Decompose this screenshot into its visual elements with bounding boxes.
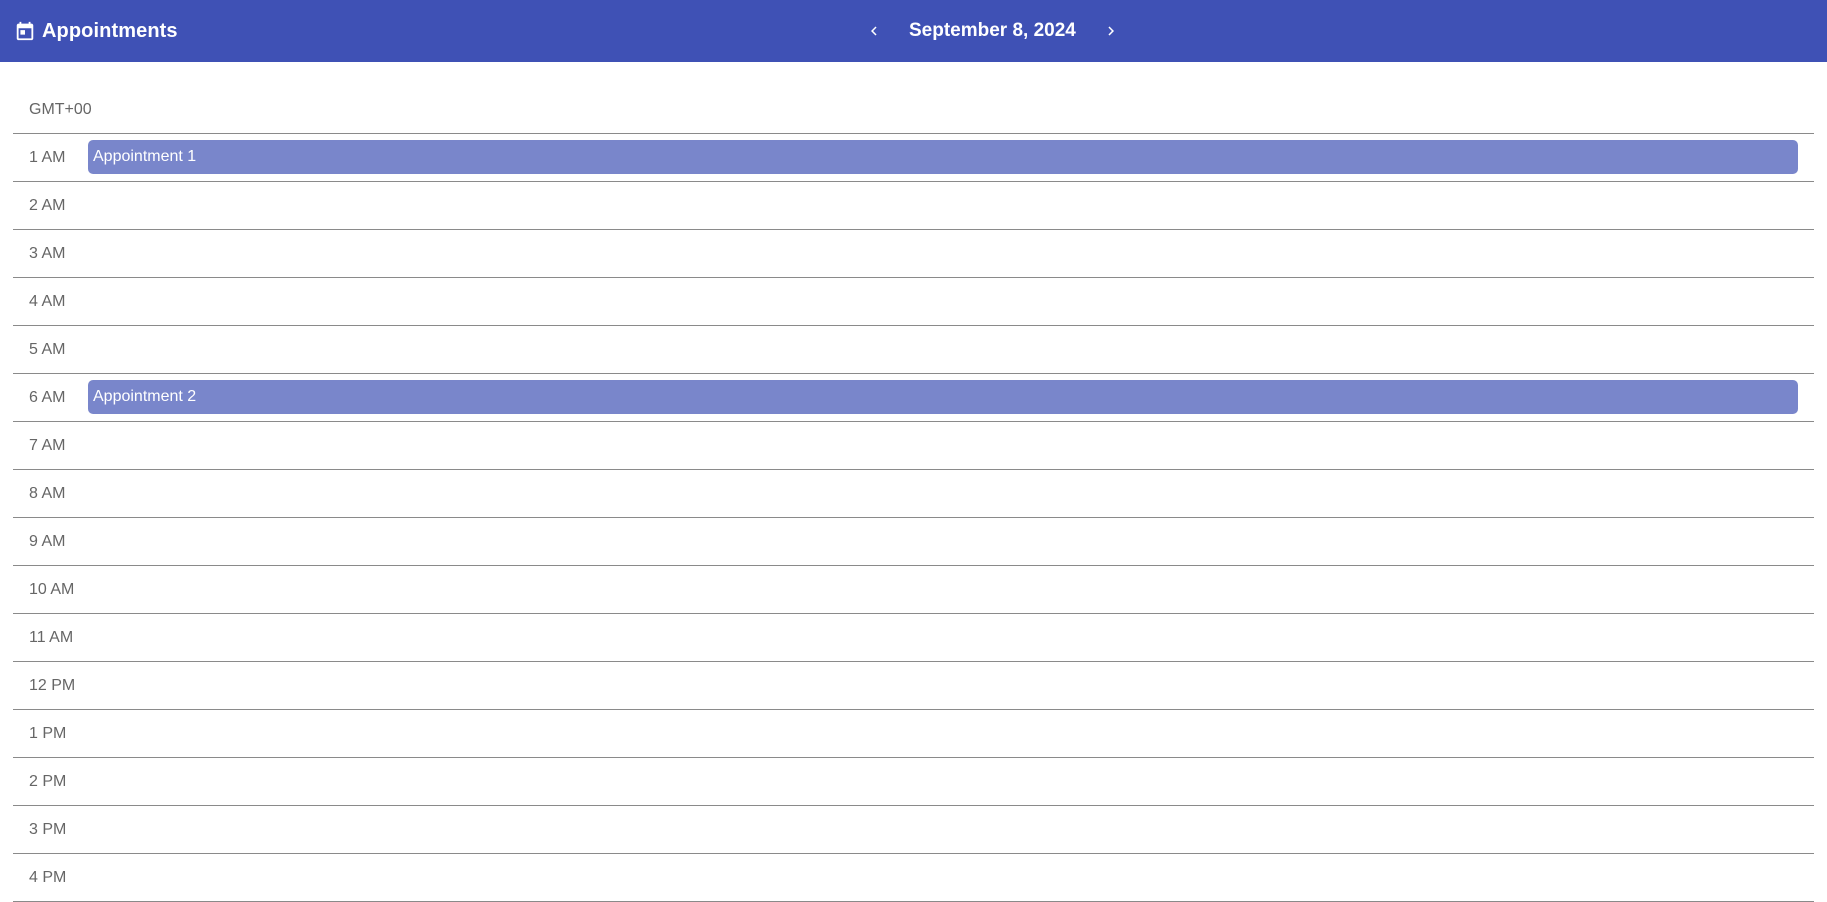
hour-row[interactable]: 4 PM [13, 854, 1814, 902]
hour-row[interactable]: 2 AM [13, 182, 1814, 230]
app-brand: Appointments [14, 0, 178, 62]
appointment-block[interactable]: Appointment 2 [88, 380, 1798, 414]
hour-row[interactable]: 4 AM [13, 278, 1814, 326]
hour-row[interactable]: 8 AM [13, 470, 1814, 518]
hour-label: 8 AM [29, 485, 66, 502]
hour-label: 1 PM [29, 725, 67, 742]
hour-row[interactable]: 1 PM [13, 710, 1814, 758]
hour-label: 12 PM [29, 677, 76, 694]
hour-label: 11 AM [29, 629, 74, 646]
hour-label: 1 AM [29, 149, 66, 166]
hour-row[interactable]: 7 AM [13, 422, 1814, 470]
hour-label: 2 AM [29, 197, 66, 214]
timezone-label: GMT+00 [29, 101, 92, 118]
chevron-left-icon [865, 22, 883, 40]
hour-row[interactable]: 2 PM [13, 758, 1814, 806]
hour-row[interactable]: 10 AM [13, 566, 1814, 614]
hour-row[interactable]: 12 PM [13, 662, 1814, 710]
timezone-row: GMT+00 [13, 62, 1814, 134]
appointment-block[interactable]: Appointment 1 [88, 140, 1798, 174]
hour-label: 6 AM [29, 389, 66, 406]
hour-label: 5 AM [29, 341, 66, 358]
app-toolbar: Appointments September 8, 2024 [0, 0, 1827, 62]
hour-label: 10 AM [29, 581, 75, 598]
hour-row[interactable]: 9 AM [13, 518, 1814, 566]
hour-label: 4 PM [29, 869, 67, 886]
current-date: September 8, 2024 [909, 20, 1076, 41]
hour-row[interactable]: 11 AM [13, 614, 1814, 662]
hour-label: 4 AM [29, 293, 66, 310]
hour-label: 7 AM [29, 437, 66, 454]
previous-day-button[interactable] [858, 15, 890, 47]
date-navigation: September 8, 2024 [858, 0, 1127, 62]
hour-row[interactable]: 6 AM Appointment 2 [13, 374, 1814, 422]
hour-label: 3 PM [29, 821, 67, 838]
hour-row[interactable]: 5 AM [13, 326, 1814, 374]
calendar-icon [14, 20, 36, 42]
hour-label: 9 AM [29, 533, 66, 550]
chevron-right-icon [1102, 22, 1120, 40]
next-day-button[interactable] [1095, 15, 1127, 47]
hour-row[interactable]: 3 PM [13, 806, 1814, 854]
hour-label: 2 PM [29, 773, 67, 790]
hour-row[interactable]: 3 AM [13, 230, 1814, 278]
day-schedule: GMT+00 1 AM Appointment 1 2 AM 3 AM 4 AM… [13, 62, 1814, 902]
app-title: Appointments [42, 19, 178, 42]
hour-row[interactable]: 1 AM Appointment 1 [13, 134, 1814, 182]
hour-label: 3 AM [29, 245, 66, 262]
